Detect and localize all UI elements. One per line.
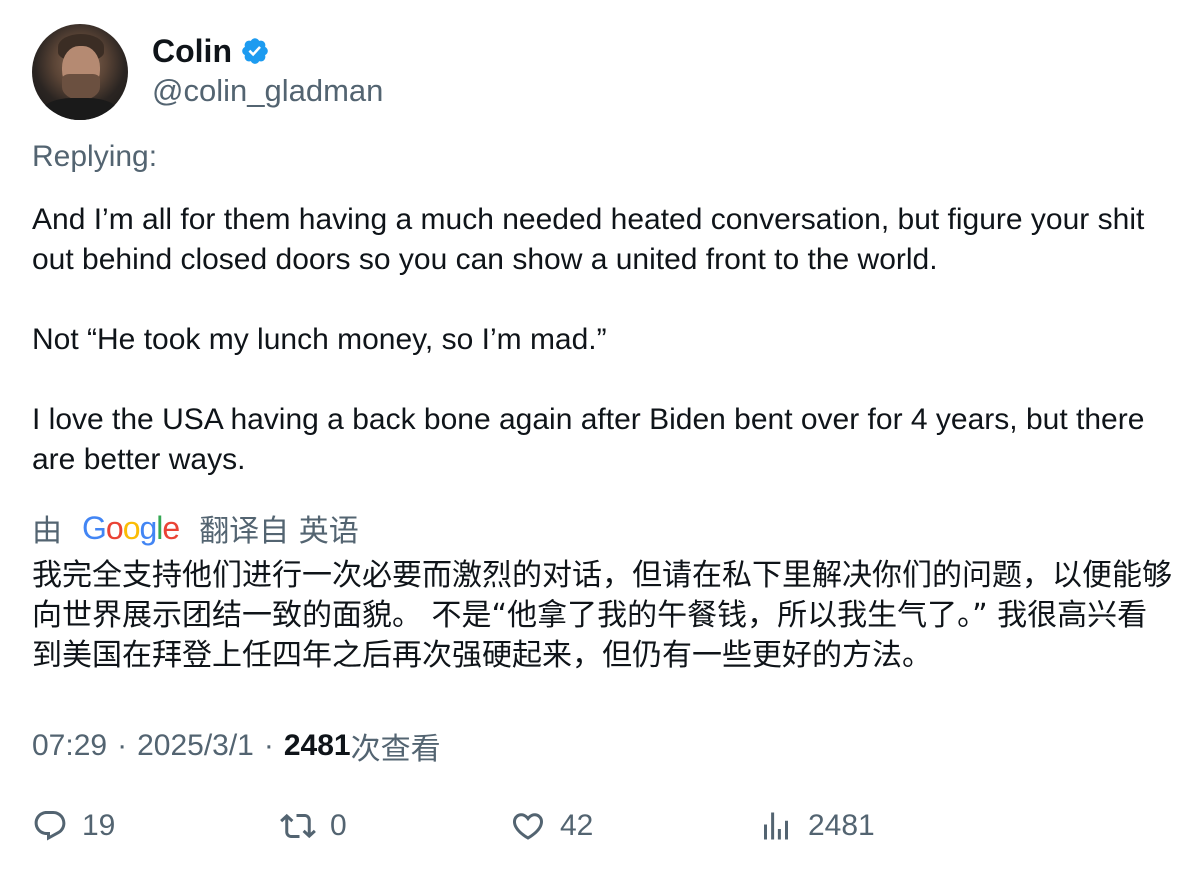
google-letter: G [82,509,107,546]
tweet-time[interactable]: 07:29 [32,729,107,763]
meta-separator: · [117,729,128,762]
avatar[interactable] [32,24,128,120]
google-letter: e [162,509,180,546]
translation-suffix: 翻译自 英语 [199,514,359,549]
google-letter: o [122,509,141,546]
google-letter: g [139,509,157,546]
google-logo[interactable]: Google [82,509,180,547]
meta-separator: · [263,729,274,762]
like-count: 42 [560,809,594,842]
author-display-name[interactable]: Colin [152,33,232,69]
reply-count: 19 [82,809,116,842]
tweet-paragraph: Not “He took my lunch money, so I’m mad.… [32,323,607,356]
action-bar: 19 0 42 2481 [32,808,1172,856]
tweet-paragraph: I love the USA having a back bone again … [32,403,1145,476]
reply-icon [34,811,66,841]
reply-button[interactable]: 19 [32,808,115,844]
tweet-meta: 07:29 · 2025/3/1 · 2481 次查看 [32,724,441,768]
author-names: Colin @colin_gladman [152,33,383,111]
views-button[interactable]: 2481 [758,808,875,844]
google-letter: o [105,509,124,546]
retweet-icon [280,813,316,839]
replying-label: Replying: [32,140,158,173]
tweet-header: Colin @colin_gladman [32,24,383,120]
views-count: 2481 [283,729,351,762]
author-handle[interactable]: @colin_gladman [152,71,383,111]
retweet-count: 0 [330,809,347,842]
translated-text: 我完全支持他们进行一次必要而激烈的对话，但请在私下里解决你们的问题，以便能够向世… [32,558,1172,673]
retweet-button[interactable]: 0 [280,808,347,844]
heart-icon [512,813,544,840]
analytics-icon [764,812,788,840]
views-label: 次查看 [350,733,441,766]
views-count-action: 2481 [808,809,875,842]
tweet-text: And I’m all for them having a much neede… [32,200,1172,480]
tweet-date[interactable]: 2025/3/1 [137,729,254,763]
translation-prefix: 由 [32,514,62,549]
verified-badge-icon [242,38,268,64]
like-button[interactable]: 42 [510,808,593,844]
tweet-paragraph: And I’m all for them having a much neede… [32,203,1145,276]
translation-attribution[interactable]: 由 Google 翻译自 英语 [32,506,359,550]
